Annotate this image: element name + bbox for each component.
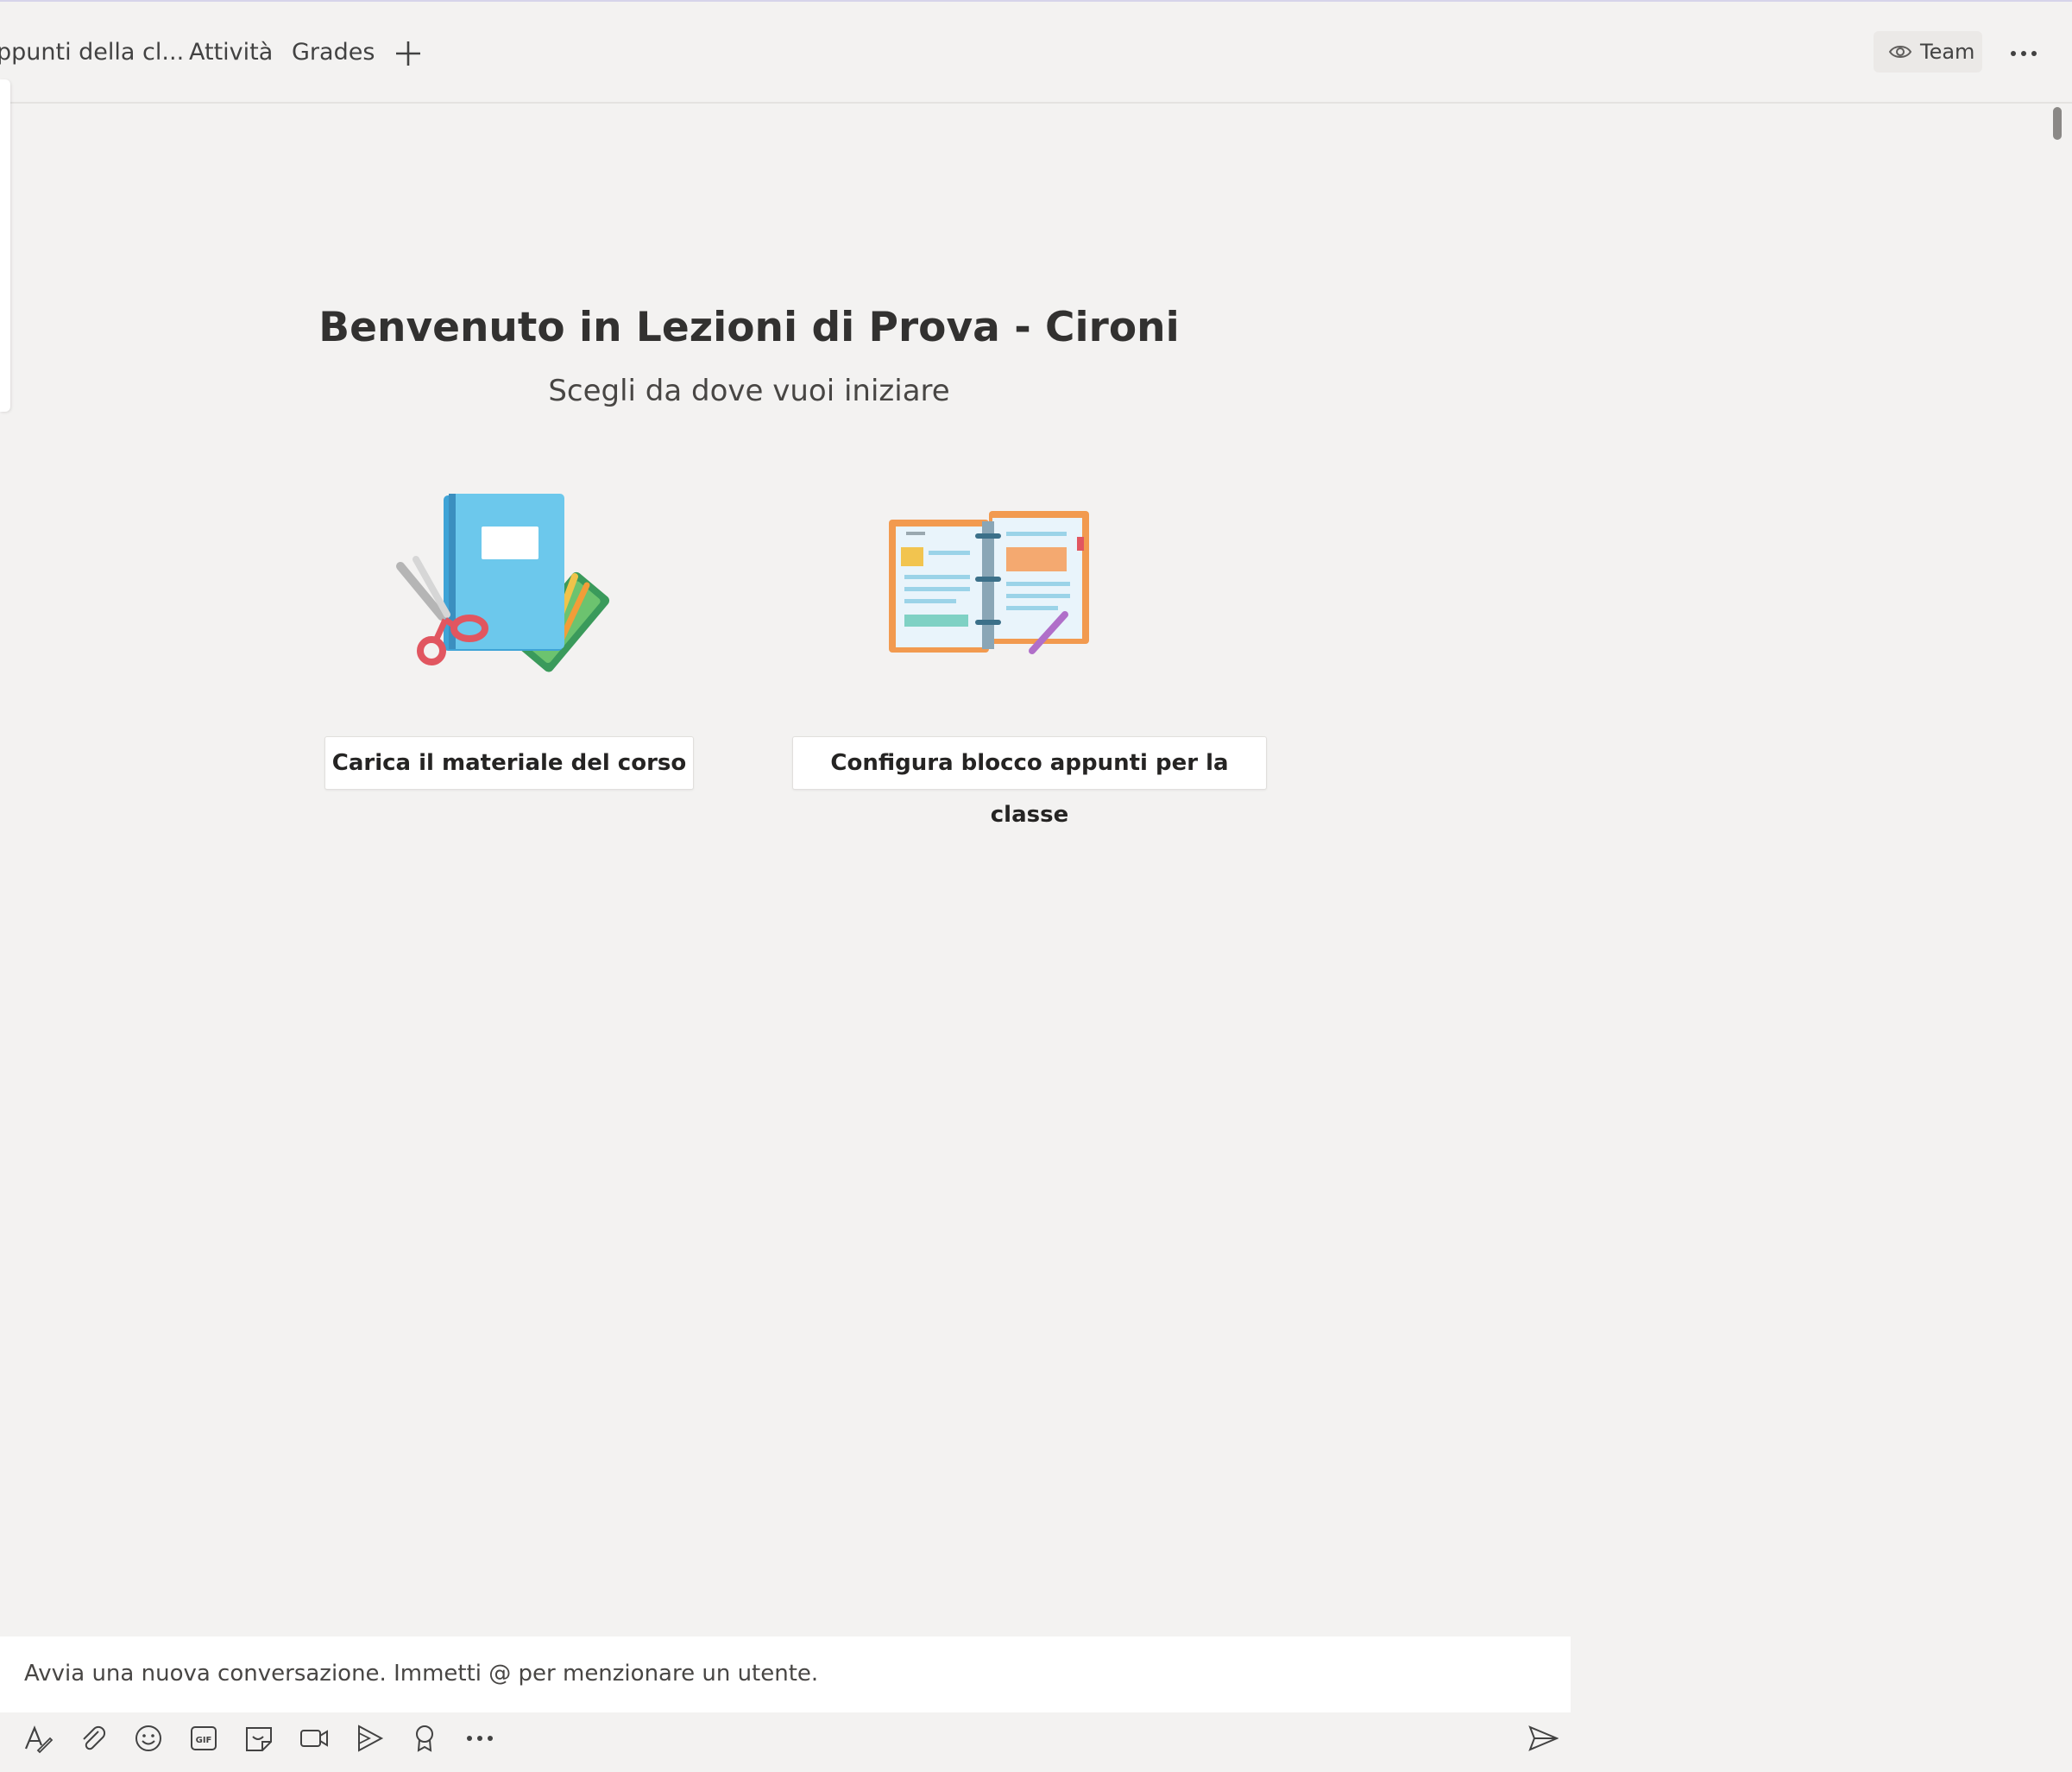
teams-channel-page: ppunti della cl... Attività Grades Team xyxy=(0,0,2072,1772)
svg-text:GIF: GIF xyxy=(196,1736,212,1745)
eye-icon xyxy=(1888,42,1912,61)
praise-icon[interactable] xyxy=(409,1723,440,1754)
configure-class-notebook-button[interactable]: Configura blocco appunti per la classe xyxy=(792,736,1267,828)
format-icon[interactable] xyxy=(22,1723,54,1754)
tab-grades[interactable]: Grades xyxy=(292,39,375,66)
sticker-icon[interactable] xyxy=(243,1723,274,1754)
new-conversation-input[interactable]: Avvia una nuova conversazione. Immetti @… xyxy=(0,1636,1571,1712)
team-view-button[interactable]: Team xyxy=(1874,31,1982,73)
scrollbar-thumb[interactable] xyxy=(2053,107,2062,140)
team-view-label: Team xyxy=(1920,40,1975,64)
course-material-illustration xyxy=(395,490,623,680)
emoji-icon[interactable] xyxy=(133,1723,164,1754)
collapsed-side-panel xyxy=(0,79,10,412)
plus-icon[interactable] xyxy=(393,38,424,69)
meet-now-icon[interactable] xyxy=(299,1723,330,1754)
tab-activity[interactable]: Attività xyxy=(189,39,273,66)
more-options-icon[interactable] xyxy=(464,1723,495,1754)
channel-tab-bar: ppunti della cl... Attività Grades Team xyxy=(0,2,2072,104)
more-horizontal-icon[interactable] xyxy=(2007,36,2042,71)
tab-class-notebook[interactable]: ppunti della cl... xyxy=(0,39,184,66)
upload-course-material-button[interactable]: Carica il materiale del corso xyxy=(324,736,694,790)
welcome-subtitle: Scegli da dove vuoi iniziare xyxy=(548,374,950,408)
welcome-title: Benvenuto in Lezioni di Prova - Cironi xyxy=(318,304,1180,351)
attach-icon[interactable] xyxy=(78,1723,109,1754)
gif-icon[interactable]: GIF xyxy=(188,1723,219,1754)
class-notebook-illustration xyxy=(882,508,1098,663)
send-icon[interactable] xyxy=(1527,1723,1559,1754)
stream-icon[interactable] xyxy=(354,1723,385,1754)
compose-placeholder: Avvia una nuova conversazione. Immetti @… xyxy=(24,1661,819,1687)
